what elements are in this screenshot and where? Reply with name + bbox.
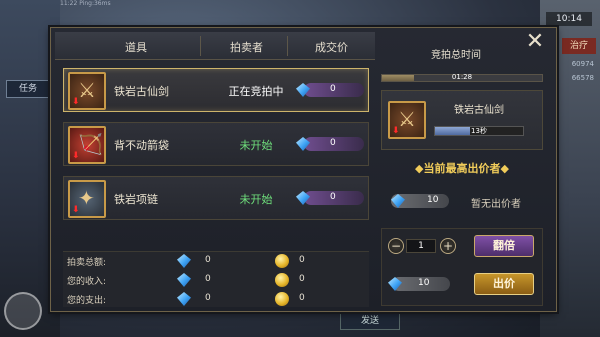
quiver-icon: 🏹 ⬇ bbox=[68, 126, 106, 164]
coin-icon bbox=[275, 292, 289, 306]
gem-icon bbox=[177, 273, 191, 287]
gem-icon bbox=[391, 194, 405, 208]
summary-label: 您的收入: bbox=[67, 277, 107, 287]
coin-value: 0 bbox=[299, 255, 305, 265]
clock: 10:14 bbox=[546, 12, 592, 26]
auction-panel: 道具 拍卖者 成交价 ⚔ ⬇ 铁岩古仙剑 正在竞拍中 0 🏹 ⬇ 背不动箭袋 未开始… bbox=[50, 27, 557, 312]
gem-icon bbox=[296, 83, 310, 97]
gem-icon bbox=[177, 254, 191, 268]
gem-icon bbox=[388, 277, 402, 291]
gem-icon bbox=[296, 137, 310, 151]
highest-bid: 10 暂无出价者 bbox=[385, 194, 545, 210]
minus-button[interactable]: − bbox=[388, 238, 404, 254]
status-text: 11:22 Ping:36ms bbox=[60, 0, 111, 7]
plus-button[interactable]: + bbox=[440, 238, 456, 254]
price-value: 0 bbox=[330, 138, 336, 148]
item-name: 背不动箭袋 bbox=[114, 139, 169, 152]
coin-icon bbox=[275, 254, 289, 268]
timer-title: 竞拍总时间 bbox=[431, 50, 481, 61]
item-status: 未开始 bbox=[239, 139, 273, 152]
col-item: 道具 bbox=[125, 41, 147, 54]
send-button[interactable]: 发送 bbox=[340, 312, 400, 330]
item-name: 铁岩项链 bbox=[114, 193, 158, 206]
quest-tab[interactable]: 任务 bbox=[6, 80, 50, 98]
coin-value: 0 bbox=[299, 274, 305, 284]
col-seller: 拍卖者 bbox=[230, 41, 263, 54]
stat-a: 60974 bbox=[571, 60, 594, 68]
bid-price-box: 10 bbox=[388, 277, 450, 291]
sword-icon: ⚔ ⬇ bbox=[68, 72, 106, 110]
item-status: 正在竞拍中 bbox=[228, 85, 284, 98]
double-button[interactable]: 翻倍 bbox=[474, 235, 534, 257]
price-box: 0 bbox=[296, 191, 364, 205]
coin-value: 0 bbox=[299, 293, 305, 303]
countdown-text: 13秒 bbox=[471, 127, 487, 135]
summary-expense: 您的支出: 0 0 bbox=[63, 290, 369, 308]
no-bidder-text: 暂无出价者 bbox=[471, 199, 521, 210]
heal-tab[interactable]: 治疗 bbox=[562, 38, 596, 54]
price-value: 0 bbox=[330, 84, 336, 94]
gem-value: 0 bbox=[205, 255, 211, 265]
necklace-icon: ✦ ⬇ bbox=[68, 180, 106, 218]
current-item-name: 铁岩古仙剑 bbox=[454, 105, 504, 116]
gem-icon bbox=[177, 292, 191, 306]
highest-price: 10 bbox=[427, 195, 439, 205]
spiral-icon[interactable] bbox=[4, 292, 42, 330]
auction-list: 道具 拍卖者 成交价 ⚔ ⬇ 铁岩古仙剑 正在竞拍中 0 🏹 ⬇ 背不动箭袋 未开始… bbox=[55, 32, 375, 309]
table-header: 道具 拍卖者 成交价 bbox=[55, 32, 375, 60]
price-box: 0 bbox=[296, 137, 364, 151]
coin-icon bbox=[275, 273, 289, 287]
bid-button[interactable]: 出价 bbox=[474, 273, 534, 295]
auction-summary: 拍卖总额: 0 0 您的收入: 0 0 您的支出: 0 0 bbox=[63, 251, 369, 307]
bid-panel: ✕ 竞拍总时间 01:28 ⚔ ⬇ 铁岩古仙剑 13秒 ◆当前最高出价者◆ 10 … bbox=[381, 30, 553, 309]
item-status: 未开始 bbox=[239, 193, 273, 206]
gem-icon bbox=[296, 191, 310, 205]
quantity-field[interactable]: 1 bbox=[406, 239, 436, 253]
table-row[interactable]: 🏹 ⬇ 背不动箭袋 未开始 0 bbox=[63, 122, 369, 166]
sword-icon: ⚔ ⬇ bbox=[388, 101, 426, 139]
price-value: 0 bbox=[330, 192, 336, 202]
summary-label: 您的支出: bbox=[67, 296, 107, 306]
summary-label: 拍卖总额: bbox=[67, 258, 107, 268]
gem-value: 0 bbox=[205, 274, 211, 284]
table-row[interactable]: ⚔ ⬇ 铁岩古仙剑 正在竞拍中 0 bbox=[63, 68, 369, 112]
col-price: 成交价 bbox=[315, 41, 348, 54]
bid-controls: − 1 + 翻倍 10 出价 bbox=[381, 228, 543, 306]
gem-value: 0 bbox=[205, 293, 211, 303]
price-box: 10 bbox=[391, 194, 449, 208]
bid-price: 10 bbox=[418, 278, 430, 288]
item-name: 铁岩古仙剑 bbox=[114, 85, 169, 98]
summary-total: 拍卖总额: 0 0 bbox=[63, 252, 369, 270]
stat-b: 66578 bbox=[571, 74, 594, 82]
table-row[interactable]: ✦ ⬇ 铁岩项链 未开始 0 bbox=[63, 176, 369, 220]
price-box: 0 bbox=[296, 83, 364, 97]
summary-income: 您的收入: 0 0 bbox=[63, 271, 369, 289]
current-item-box: ⚔ ⬇ 铁岩古仙剑 13秒 bbox=[381, 90, 543, 150]
highest-bidder-title: ◆当前最高出价者◆ bbox=[415, 162, 509, 175]
timer-text: 01:28 bbox=[451, 73, 473, 81]
